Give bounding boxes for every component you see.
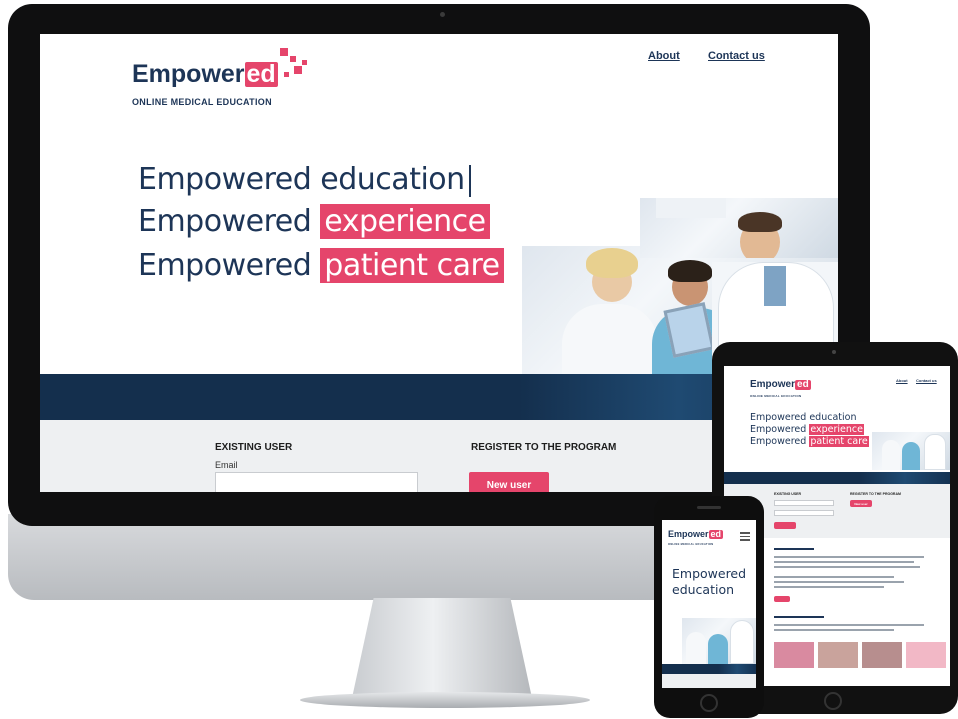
- nav-about-link[interactable]: About: [648, 50, 680, 62]
- brand-logo[interactable]: Empower ed ONLINE MEDICAL EDUCATION: [132, 48, 307, 107]
- tablet-section-heading: [774, 616, 824, 618]
- tablet-thumbnail[interactable]: [818, 642, 858, 668]
- tablet-password-field[interactable]: [774, 510, 834, 516]
- hero-line-3: Empowered patient care: [138, 248, 504, 283]
- camera-dot: [440, 12, 445, 17]
- tablet-about-heading: [774, 548, 814, 550]
- logo-wordmark: Empower: [132, 60, 245, 88]
- tablet-nav-about[interactable]: About: [896, 378, 908, 383]
- logo-ed-highlight: ed: [244, 60, 278, 88]
- tablet-text-line: [774, 566, 920, 568]
- tablet-logo-word: Empower: [750, 379, 796, 390]
- tablet-hero-1-prefix: Empowered: [750, 412, 807, 423]
- tablet-login-button[interactable]: [774, 522, 796, 529]
- new-user-button[interactable]: New user: [469, 472, 549, 492]
- phone-logo-tagline: ONLINE MEDICAL EDUCATION: [668, 543, 714, 546]
- tablet-hero-photo: [872, 432, 950, 470]
- tablet-hero-2-prefix: Empowered: [750, 424, 807, 435]
- tablet-existing-title: EXISTING USER: [774, 492, 802, 496]
- tablet-text-line: [774, 586, 884, 588]
- hamburger-menu-icon[interactable]: [740, 532, 750, 541]
- tablet-hero-line-3: Empowered patient care: [750, 436, 869, 447]
- hero-line-2-prefix: Empowered: [138, 204, 312, 239]
- tablet-home-button[interactable]: [824, 692, 842, 710]
- email-label: Email: [215, 460, 238, 470]
- phone-home-button[interactable]: [700, 694, 718, 712]
- tablet-band: [724, 472, 950, 484]
- tablet-thumbnail[interactable]: [906, 642, 946, 668]
- monitor-stand: [352, 598, 532, 698]
- phone-screen: Empower ed ONLINE MEDICAL EDUCATION Empow…: [662, 520, 756, 688]
- hero-line-1-word: education: [320, 162, 465, 197]
- tablet-read-more-button[interactable]: [774, 596, 790, 602]
- tablet-text-line: [774, 576, 894, 578]
- phone-band: [662, 664, 756, 674]
- tablet-logo-ed: ed: [795, 379, 811, 390]
- tablet-logo[interactable]: Empower ed ONLINE MEDICAL EDUCATION: [750, 380, 811, 398]
- monitor-stand-base: [300, 692, 590, 708]
- tablet-text-line: [774, 624, 924, 626]
- hero-photo-top: [640, 198, 838, 258]
- tablet-text-line: [774, 629, 894, 631]
- tablet-nav-contact[interactable]: Contact us: [916, 378, 937, 383]
- email-field[interactable]: [215, 472, 418, 492]
- tablet-hero-line-2: Empowered experience: [750, 424, 864, 435]
- tablet-hero-line-1: Empowered education: [750, 412, 856, 423]
- nav-contact-link[interactable]: Contact us: [708, 50, 765, 62]
- tablet-logo-tagline: ONLINE MEDICAL EDUCATION: [750, 394, 802, 398]
- tablet-email-field[interactable]: [774, 500, 834, 506]
- hero-line-3-prefix: Empowered: [138, 248, 312, 283]
- phone-login-section: [662, 674, 756, 688]
- tablet-hero-3-highlight: patient care: [809, 436, 869, 447]
- phone-hero-line-2: education: [672, 582, 735, 597]
- tablet-register-title: REGISTER TO THE PROGRAM: [850, 492, 901, 496]
- hero-line-2-highlight: experience: [320, 204, 490, 239]
- tablet-hero-3-prefix: Empowered: [750, 436, 807, 447]
- tablet-thumbnail[interactable]: [862, 642, 902, 668]
- hero-line-2: Empowered experience: [138, 204, 490, 239]
- tablet-hero-1-word: education: [809, 412, 857, 423]
- hero-line-1: Empowered education: [138, 162, 471, 197]
- tablet-new-user-button[interactable]: New user: [850, 500, 872, 507]
- phone-logo-ed: ed: [708, 529, 724, 539]
- tablet-hero-2-highlight: experience: [809, 424, 864, 435]
- text-cursor-icon: [468, 164, 471, 197]
- phone-device: Empower ed ONLINE MEDICAL EDUCATION Empow…: [654, 496, 764, 718]
- existing-user-title: EXISTING USER: [215, 442, 293, 453]
- hero-line-3-highlight: patient care: [320, 248, 504, 283]
- tablet-text-line: [774, 561, 914, 563]
- logo-tagline: ONLINE MEDICAL EDUCATION: [132, 97, 272, 107]
- phone-logo[interactable]: Empower ed ONLINE MEDICAL EDUCATION: [668, 529, 724, 546]
- phone-logo-word: Empower: [668, 529, 709, 539]
- tablet-text-line: [774, 556, 924, 558]
- hero-line-1-prefix: Empowered: [138, 162, 312, 197]
- tablet-camera: [832, 350, 836, 354]
- phone-hero-line-1: Empowered: [672, 566, 747, 581]
- tablet-thumbnail[interactable]: [774, 642, 814, 668]
- phone-hero-photo: [682, 618, 756, 664]
- register-title: REGISTER TO THE PROGRAM: [471, 442, 617, 453]
- phone-speaker: [697, 506, 721, 509]
- tablet-text-line: [774, 581, 904, 583]
